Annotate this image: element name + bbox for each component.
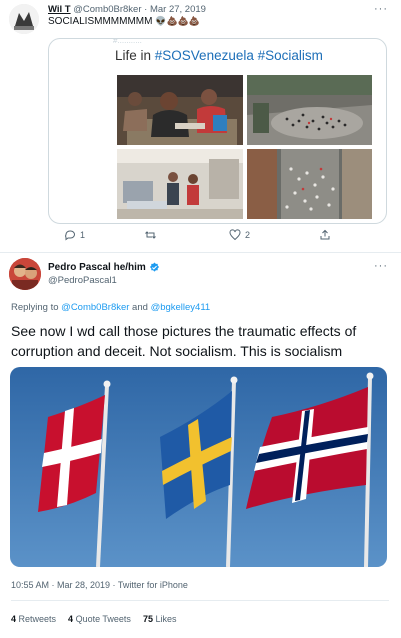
more-icon[interactable]: ··· <box>374 3 388 15</box>
tweet-text: SOCIALISMMMMMMM 👽💩💩💩 <box>48 16 200 27</box>
reply-count: 1 <box>80 230 86 240</box>
tweet-emoji: 👽💩💩💩 <box>155 16 201 26</box>
retweet-icon <box>145 231 156 239</box>
display-name[interactable]: Wil T <box>48 4 71 15</box>
mention-comb0br8ker[interactable]: @Comb0Br8ker <box>61 302 129 313</box>
avatar-wil-t[interactable] <box>9 4 39 34</box>
retweet-button[interactable] <box>144 229 161 241</box>
image-card[interactable]: #........... Life in #SOSVenezuela #Soci… <box>48 38 387 224</box>
card-strip-text: #........... <box>113 38 142 45</box>
tweet-author[interactable]: Pedro Pascal he/him <box>48 262 160 273</box>
quote-tweets-stat[interactable]: 4 Quote Tweets <box>68 614 131 624</box>
stats-divider <box>11 600 389 601</box>
separator: · <box>144 4 148 15</box>
card-title-prefix: Life in <box>115 48 155 63</box>
replying-to-label: Replying to <box>11 302 62 313</box>
replying-to: Replying to @Comb0Br8ker and @bgkelley41… <box>11 302 210 313</box>
tweet-timestamp[interactable]: 10:55 AM · Mar 28, 2019 · Twitter for iP… <box>11 580 188 590</box>
avatar-pedro-pascal[interactable] <box>9 258 41 290</box>
likes-label: Likes <box>152 614 177 624</box>
tweet-date[interactable]: Mar 27, 2019 <box>150 4 206 15</box>
card-photo-plaza[interactable] <box>247 75 372 145</box>
card-photo-people[interactable] <box>117 75 243 145</box>
tweet-divider <box>0 252 401 253</box>
tweet-actions: 1 2 <box>48 229 388 247</box>
card-hashtag-sosvenezuela: #SOSVenezuela <box>154 48 254 63</box>
verified-badge-icon <box>149 262 159 272</box>
share-icon <box>320 229 330 240</box>
likes-stat[interactable]: 75 Likes <box>143 614 177 624</box>
likes-count: 75 <box>142 614 153 624</box>
retweets-label: Retweets <box>16 614 57 624</box>
reply-button[interactable]: 1 <box>64 229 85 241</box>
card-hashtag-socialism: #Socialism <box>257 48 323 63</box>
heart-icon <box>229 229 241 241</box>
reply-icon <box>65 230 75 241</box>
replying-to-and: and <box>129 302 151 313</box>
like-button[interactable]: 2 <box>229 229 250 241</box>
mention-bgkelley411[interactable]: @bgkelley411 <box>151 302 211 313</box>
tweet-text-body: SOCIALISMMMMMMM <box>48 16 153 27</box>
handle[interactable]: @Comb0Br8ker <box>73 4 141 15</box>
tweet-stats: 4 Retweets 4 Quote Tweets 75 Likes <box>11 614 176 624</box>
card-photo-street[interactable] <box>247 149 372 219</box>
quote-label: Quote Tweets <box>73 614 131 624</box>
more-icon[interactable]: ··· <box>374 260 388 272</box>
display-name[interactable]: Pedro Pascal he/him <box>48 262 146 273</box>
share-button[interactable] <box>319 229 331 241</box>
handle[interactable]: @PedroPascal1 <box>48 275 117 286</box>
tweet-header: Wil T @Comb0Br8ker · Mar 27, 2019 <box>48 4 206 15</box>
retweets-stat[interactable]: 4 Retweets <box>11 614 56 624</box>
tweet-photo-flags[interactable] <box>10 367 387 567</box>
card-photo-hospital[interactable] <box>117 149 243 219</box>
tweet-text: See now I wd call those pictures the tra… <box>11 323 357 359</box>
card-title: Life in #SOSVenezuela #Socialism <box>115 48 323 63</box>
like-count: 2 <box>245 230 251 240</box>
